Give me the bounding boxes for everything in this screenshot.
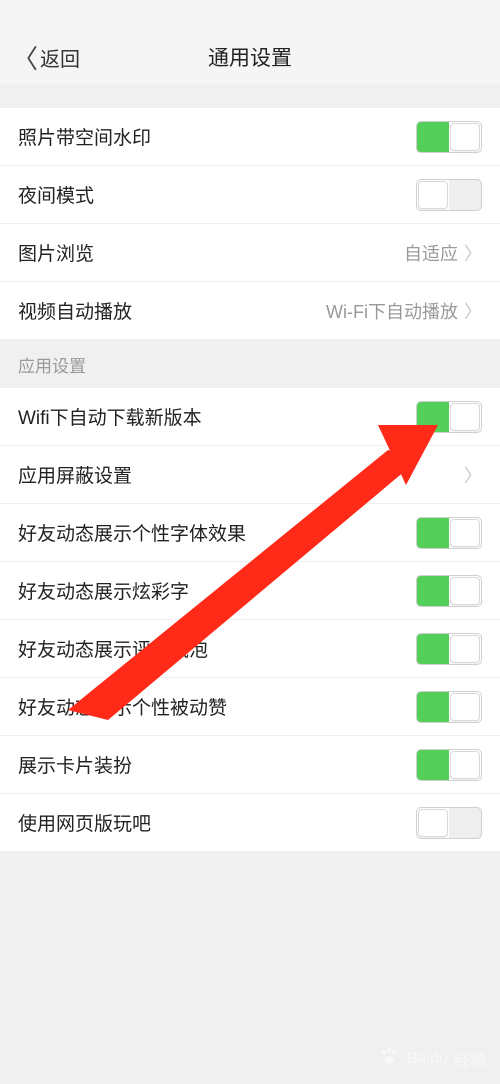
switch-card-decor[interactable] bbox=[416, 749, 482, 781]
row-label: 图片浏览 bbox=[18, 239, 94, 266]
chevron-left-icon: 〈 bbox=[12, 39, 38, 76]
row-web-play[interactable]: 使用网页版玩吧 bbox=[0, 794, 500, 852]
row-label: 视频自动播放 bbox=[18, 297, 132, 324]
row-comment-bubble[interactable]: 好友动态展示评论气泡 bbox=[0, 620, 500, 678]
watermark-brand: Baidu bbox=[407, 1050, 448, 1068]
row-colorful-text[interactable]: 好友动态展示炫彩字 bbox=[0, 562, 500, 620]
spacer bbox=[0, 84, 500, 108]
row-label: 使用网页版玩吧 bbox=[18, 809, 151, 836]
nav-bar: 〈 返回 通用设置 bbox=[0, 30, 500, 84]
row-passive-like[interactable]: 好友动态展示个性被动赞 bbox=[0, 678, 500, 736]
row-label: 好友动态展示评论气泡 bbox=[18, 635, 208, 662]
row-night-mode[interactable]: 夜间模式 bbox=[0, 166, 500, 224]
switch-wifi-autodownload[interactable] bbox=[416, 401, 482, 433]
switch-passive-like[interactable] bbox=[416, 691, 482, 723]
switch-web-play[interactable] bbox=[416, 807, 482, 839]
switch-night-mode[interactable] bbox=[416, 179, 482, 211]
row-photo-watermark[interactable]: 照片带空间水印 bbox=[0, 108, 500, 166]
row-card-decor[interactable]: 展示卡片装扮 bbox=[0, 736, 500, 794]
row-wifi-autodownload[interactable]: Wifi下自动下载新版本 bbox=[0, 388, 500, 446]
chevron-right-icon: 〉 bbox=[464, 298, 482, 324]
row-label: 照片带空间水印 bbox=[18, 123, 151, 150]
row-label: 展示卡片装扮 bbox=[18, 751, 132, 778]
paw-icon bbox=[377, 1044, 401, 1074]
switch-friend-font[interactable] bbox=[416, 517, 482, 549]
row-label: 好友动态展示个性字体效果 bbox=[18, 519, 246, 546]
row-image-browse[interactable]: 图片浏览 自适应 〉 bbox=[0, 224, 500, 282]
switch-photo-watermark[interactable] bbox=[416, 121, 482, 153]
row-label: 好友动态展示个性被动赞 bbox=[18, 693, 227, 720]
watermark-suffix: 经验 bbox=[454, 1047, 486, 1071]
chevron-right-icon: 〉 bbox=[464, 240, 482, 266]
row-friend-font[interactable]: 好友动态展示个性字体效果 bbox=[0, 504, 500, 562]
row-value: 自适应 bbox=[404, 240, 458, 266]
row-label: 应用屏蔽设置 bbox=[18, 461, 132, 488]
page-title: 通用设置 bbox=[208, 42, 292, 72]
row-label: 好友动态展示炫彩字 bbox=[18, 577, 189, 604]
row-value: Wi-Fi下自动播放 bbox=[326, 298, 458, 324]
row-label: Wifi下自动下载新版本 bbox=[18, 403, 202, 430]
row-label: 夜间模式 bbox=[18, 181, 94, 208]
section-header-app: 应用设置 bbox=[0, 340, 500, 388]
watermark: Baidu 经验 bbox=[377, 1044, 486, 1074]
row-video-autoplay[interactable]: 视频自动播放 Wi-Fi下自动播放 〉 bbox=[0, 282, 500, 340]
chevron-right-icon: 〉 bbox=[464, 462, 482, 488]
switch-comment-bubble[interactable] bbox=[416, 633, 482, 665]
switch-colorful-text[interactable] bbox=[416, 575, 482, 607]
back-label: 返回 bbox=[40, 43, 80, 72]
back-button[interactable]: 〈 返回 bbox=[12, 39, 80, 76]
status-bar bbox=[0, 0, 500, 30]
row-app-block[interactable]: 应用屏蔽设置 〉 bbox=[0, 446, 500, 504]
